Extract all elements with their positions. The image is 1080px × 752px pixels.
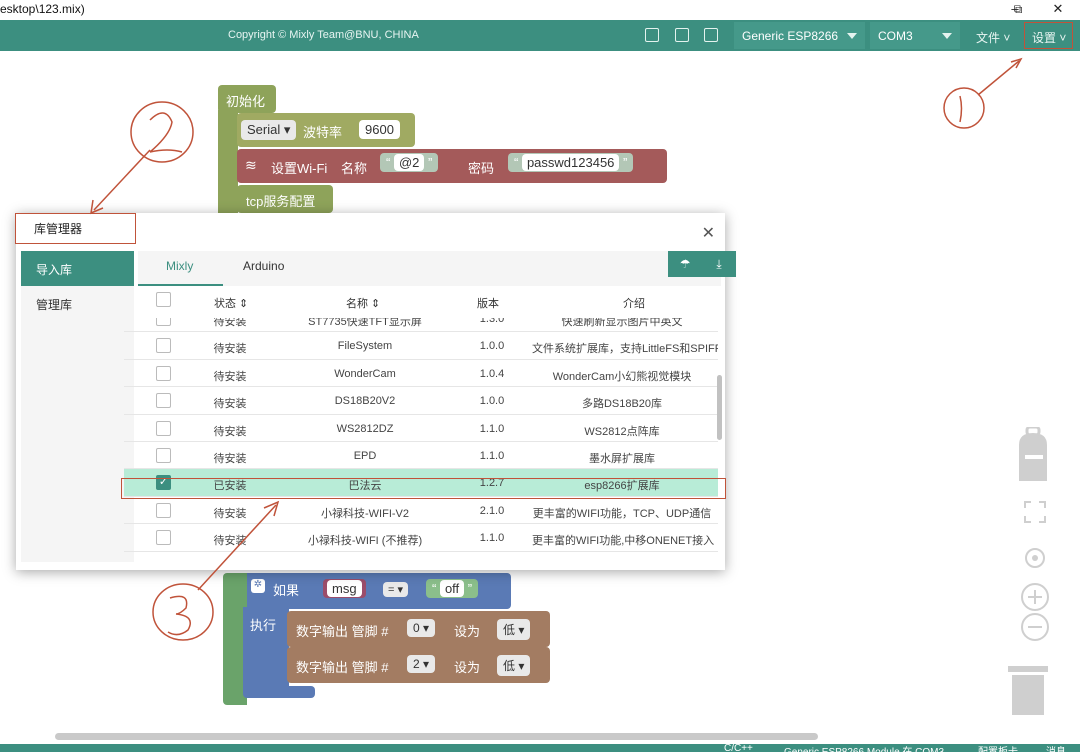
annotation-number-2: [149, 112, 183, 153]
annotation-arrow-1: [977, 60, 1020, 96]
annotation-circle-3: [152, 583, 214, 641]
annotation-number-3: [167, 595, 191, 636]
annotation-layer: [90, 57, 1023, 641]
annotation-circle-1: [943, 87, 985, 129]
annotation-number-1: [959, 95, 963, 123]
annotation-arrow-3: [197, 504, 277, 591]
annotation-arrow-2: [93, 149, 151, 211]
annotation-circle-2: [130, 101, 194, 163]
